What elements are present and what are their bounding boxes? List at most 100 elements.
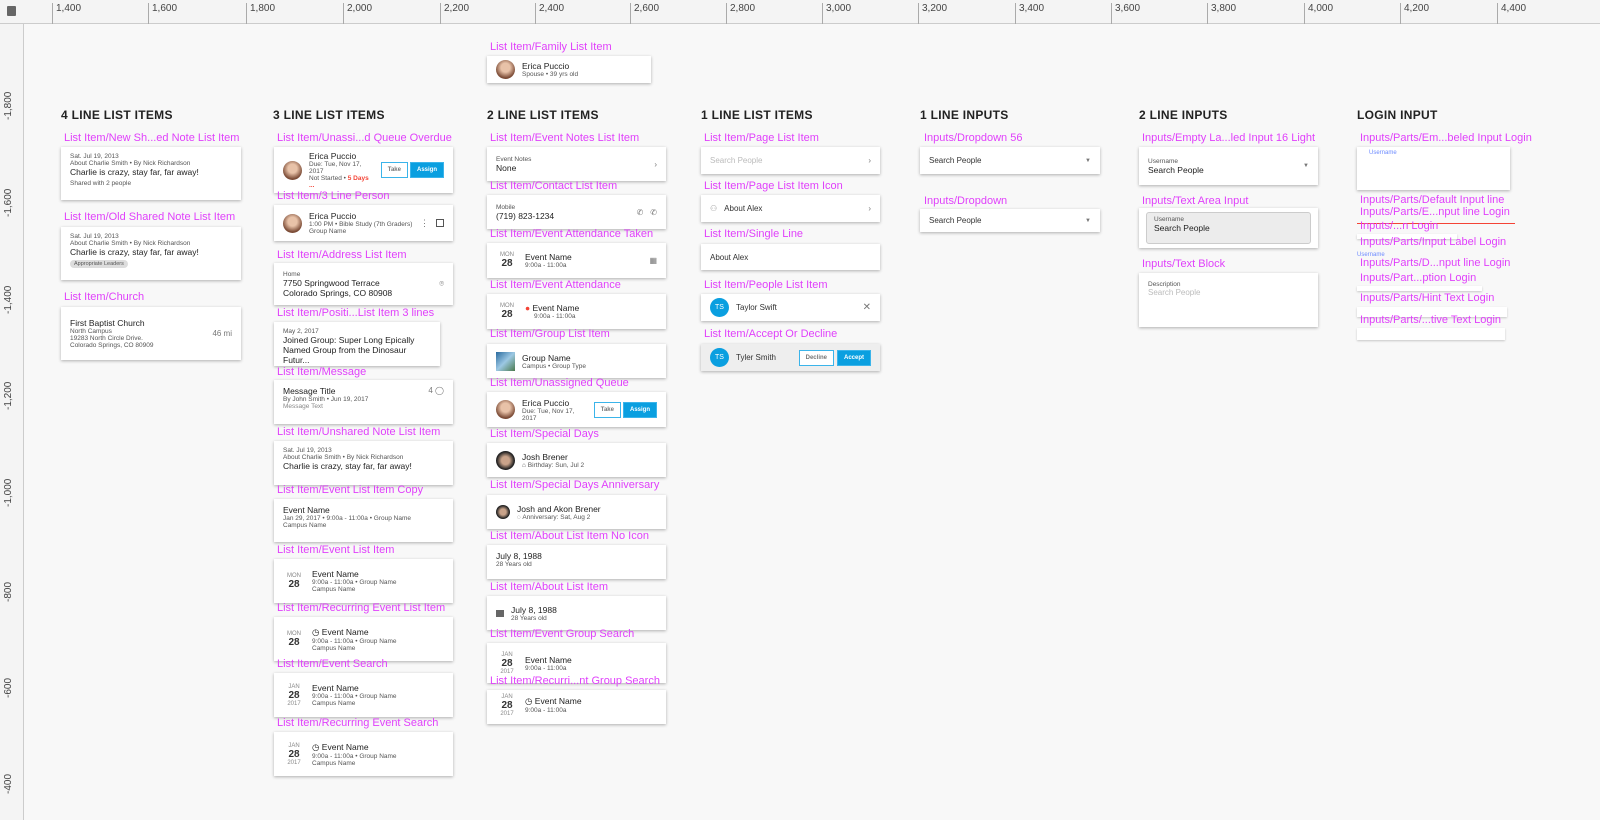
component-label[interactable]: List Item/Old Shared Note List Item <box>64 211 235 223</box>
component-label[interactable]: List Item/Page List Item <box>704 132 819 144</box>
old-shared-note-item[interactable]: Sat. Jul 19, 2013 About Charlie Smith • … <box>61 227 241 280</box>
component-label[interactable]: List Item/Single Line <box>704 228 803 240</box>
more-vertical-icon[interactable]: ⋮ <box>420 218 429 229</box>
accept-decline-item[interactable]: TS Tyler Smith Decline Accept <box>701 344 880 371</box>
component-label[interactable]: List Item/Recurri...nt Group Search <box>490 675 660 687</box>
component-label[interactable]: List Item/Page List Item Icon <box>704 180 843 192</box>
page-item[interactable]: Search People › <box>701 147 880 174</box>
component-label[interactable]: List Item/Event Search <box>277 658 388 670</box>
special-days-item[interactable]: Josh Brener ⌂ Birthday: Sun, Jul 2 <box>487 443 666 477</box>
assign-button[interactable]: Assign <box>409 162 444 178</box>
new-shared-note-item[interactable]: Sat. Jul 19, 2013 About Charlie Smith • … <box>61 147 241 200</box>
component-label[interactable]: List Item/3 Line Person <box>277 190 390 202</box>
component-label[interactable]: Inputs/Parts/Input Label Login <box>1360 236 1506 248</box>
component-label[interactable]: List Item/Event List Item Copy <box>277 484 423 496</box>
phone-icon[interactable]: ✆ <box>650 208 657 217</box>
component-label[interactable]: List Item/Event Notes List Item <box>490 132 639 144</box>
component-label[interactable]: List Item/Contact List Item <box>490 180 617 192</box>
component-label[interactable]: List Item/People List Item <box>704 279 828 291</box>
text-block[interactable]: Description Search People <box>1139 273 1318 327</box>
component-label[interactable]: List Item/Unassi...d Queue Overdue <box>277 132 452 144</box>
component-label[interactable]: List Item/About List Item <box>490 581 608 593</box>
address-item[interactable]: Home 7750 Springwood Terrace Colorado Sp… <box>274 263 453 305</box>
message-item[interactable]: Message Title By John Smith • Jun 19, 20… <box>274 380 453 424</box>
component-label[interactable]: Inputs/...n Login <box>1360 220 1438 232</box>
chevron-right-icon[interactable]: › <box>868 156 871 165</box>
component-label[interactable]: List Item/Event List Item <box>277 544 394 556</box>
component-label[interactable]: List Item/Address List Item <box>277 249 407 261</box>
lock-icon[interactable] <box>7 6 16 16</box>
labeled-input[interactable]: Username Search People ▼ <box>1139 147 1318 185</box>
position-item[interactable]: May 2, 2017 Joined Group: Super Long Epi… <box>274 322 440 366</box>
recurring-event-search-item[interactable]: JAN 28 2017 ◷ Event Name 9:00a - 11:00a • G… <box>274 732 453 776</box>
chevron-right-icon[interactable]: › <box>868 204 871 213</box>
dropdown-56[interactable]: Search People ▼ <box>920 147 1100 174</box>
component-label[interactable]: Inputs/Parts/Hint Text Login <box>1360 292 1494 304</box>
checkbox[interactable] <box>436 219 444 227</box>
close-icon[interactable]: ✕ <box>863 302 871 313</box>
component-label[interactable]: List Item/Event Attendance Taken <box>490 228 653 240</box>
take-button[interactable]: Take <box>593 401 621 418</box>
event-notes-item[interactable]: Event Notes None › <box>487 147 666 181</box>
chevron-right-icon[interactable]: › <box>654 160 657 169</box>
component-label[interactable]: Inputs/Parts/E...nput line Login <box>1360 206 1510 218</box>
component-label[interactable]: Inputs/Empty La...led Input 16 Light <box>1142 132 1315 144</box>
component-label[interactable]: List Item/Unassigned Queue <box>490 377 629 389</box>
three-line-person-item[interactable]: Erica Puccio 1:00 PM • Bible Study (7th … <box>274 205 453 241</box>
single-line-item[interactable]: About Alex <box>701 244 880 270</box>
assign-button[interactable]: Assign <box>622 401 657 418</box>
component-label[interactable]: List Item/Event Attendance <box>490 279 621 291</box>
event-search-item[interactable]: JAN 28 2017 Event Name 9:00a - 11:00a • Gro… <box>274 673 453 717</box>
page-item-icon[interactable]: ⚇ About Alex › <box>701 195 880 222</box>
component-label[interactable]: Inputs/Parts/Default Input line <box>1360 194 1504 206</box>
text-area[interactable]: Username Search People <box>1146 212 1311 244</box>
component-label[interactable]: Inputs/Text Block <box>1142 258 1225 270</box>
component-label[interactable]: Inputs/Parts/...tive Text Login <box>1360 314 1501 326</box>
event-attendance-item[interactable]: MON 28 ● Event Name 9:00a - 11:00a <box>487 294 666 329</box>
component-label[interactable]: List Item/Message <box>277 366 366 378</box>
component-label[interactable]: Inputs/Text Area Input <box>1142 195 1248 207</box>
recurring-event-item[interactable]: MON 28 ◷ Event Name 9:00a - 11:00a • Group… <box>274 617 453 661</box>
special-days-anniversary-item[interactable]: Josh and Akon Brener ◌ Anniversary: Sat, … <box>487 495 666 529</box>
text-area-input[interactable]: Username Search People <box>1139 208 1318 248</box>
event-attendance-taken-item[interactable]: MON 28 Event Name 9:00a - 11:00a ▦ <box>487 243 666 278</box>
decline-button[interactable]: Decline <box>798 349 834 366</box>
map-pin-icon[interactable]: ⌾ <box>439 279 444 289</box>
unassigned-queue-overdue-item[interactable]: Erica Puccio Due: Tue, Nov 17, 2017 Not … <box>274 147 453 193</box>
component-label[interactable]: List Item/Recurring Event Search <box>277 717 438 729</box>
component-label[interactable]: List Item/Church <box>64 291 144 303</box>
dropdown[interactable]: Search People ▼ <box>920 209 1100 232</box>
component-label[interactable]: Inputs/Part...ption Login <box>1360 272 1476 284</box>
event-item-copy[interactable]: Event Name Jan 29, 2017 • 9:00a - 11:00a… <box>274 499 453 542</box>
component-label[interactable]: Inputs/Dropdown 56 <box>924 132 1022 144</box>
people-item[interactable]: TS Taylor Swift ✕ <box>701 294 880 321</box>
component-label[interactable]: Inputs/Parts/Em...beled Input Login <box>1360 132 1532 144</box>
event-item[interactable]: MON 28 Event Name 9:00a - 11:00a • Group N… <box>274 559 453 603</box>
accept-button[interactable]: Accept <box>836 349 871 366</box>
component-label[interactable]: List Item/Special Days Anniversary <box>490 479 659 491</box>
contact-item[interactable]: Mobile (719) 823-1234 ✆ ✆ <box>487 195 666 229</box>
component-label[interactable]: List Item/Event Group Search <box>490 628 634 640</box>
component-label[interactable]: Inputs/Parts/D...nput line Login <box>1360 257 1510 269</box>
family-item[interactable]: Erica Puccio Spouse • 39 yrs old <box>487 56 651 83</box>
component-label[interactable]: List Item/Special Days <box>490 428 599 440</box>
take-button[interactable]: Take <box>380 162 408 178</box>
unshared-note-item[interactable]: Sat. Jul 19, 2013 About Charlie Smith • … <box>274 441 453 485</box>
recurring-event-group-search-item[interactable]: JAN 28 2017 ◷ Event Name 9:00a - 11:00a <box>487 690 666 724</box>
church-item[interactable]: First Baptist Church North Campus 19283 … <box>61 307 241 360</box>
component-label[interactable]: Inputs/Dropdown <box>924 195 1007 207</box>
phone-icon[interactable]: ✆ <box>637 208 644 217</box>
component-label[interactable]: List Item/New Sh...ed Note List Item <box>64 132 239 144</box>
component-label[interactable]: List Item/Family List Item <box>490 41 612 53</box>
component-label[interactable]: List Item/Unshared Note List Item <box>277 426 440 438</box>
component-label[interactable]: List Item/Recurring Event List Item <box>277 602 445 614</box>
about-item-no-icon[interactable]: July 8, 1988 28 Years old <box>487 545 666 579</box>
about-item[interactable]: July 8, 1988 28 Years old <box>487 596 666 630</box>
component-label[interactable]: List Item/Accept Or Decline <box>704 328 837 340</box>
component-label[interactable]: List Item/Positi...List Item 3 lines <box>277 307 434 319</box>
component-label[interactable]: List Item/Group List Item <box>490 328 610 340</box>
unassigned-queue-item[interactable]: Erica Puccio Due: Tue, Nov 17, 2017 Take … <box>487 392 666 427</box>
component-label[interactable]: List Item/About List Item No Icon <box>490 530 649 542</box>
group-item[interactable]: Group Name Campus • Group Type <box>487 344 666 378</box>
empty-labeled-input-login[interactable]: Username <box>1357 147 1510 190</box>
